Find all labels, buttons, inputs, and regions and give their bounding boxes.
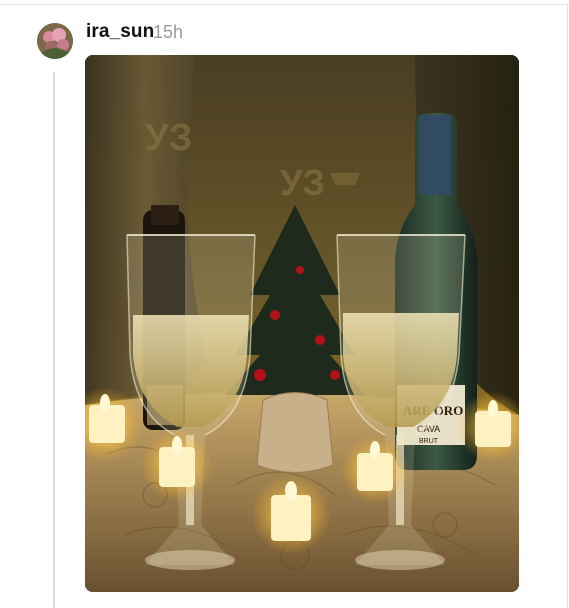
right-divider [567, 4, 568, 608]
username-link[interactable]: ira_sun [86, 21, 154, 43]
svg-text:УЗ: УЗ [280, 162, 325, 203]
top-divider [0, 4, 569, 5]
svg-text:BRUT: BRUT [419, 438, 439, 445]
user-avatar[interactable] [37, 23, 73, 59]
champagne-glasses-candles-photo: УЗ УЗ ARE ORO CAVA BRUT [85, 55, 519, 592]
thread-line [53, 72, 55, 608]
user-avatar-icon [37, 23, 73, 59]
post-timestamp[interactable]: 15h [153, 22, 183, 43]
post-photo[interactable]: УЗ УЗ ARE ORO CAVA BRUT [85, 55, 519, 592]
svg-text:УЗ: УЗ [145, 117, 192, 159]
